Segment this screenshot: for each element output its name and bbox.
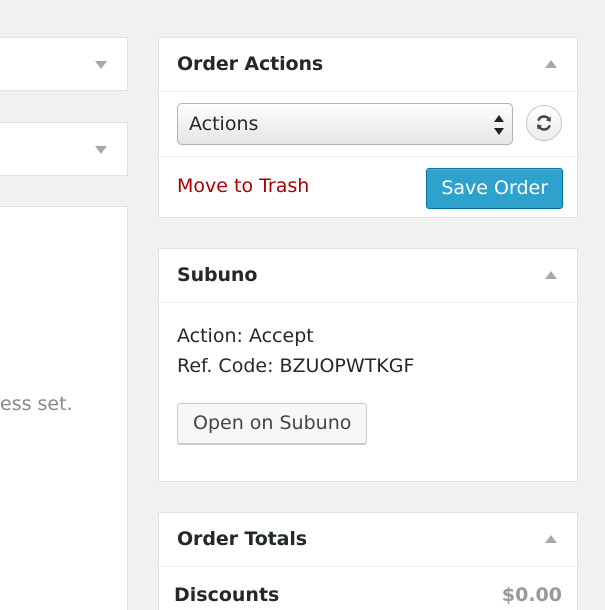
apply-action-button[interactable] bbox=[526, 105, 562, 141]
collapse-icon[interactable] bbox=[545, 271, 557, 279]
move-to-trash-link[interactable]: Move to Trash bbox=[177, 175, 309, 197]
address-note: ess set. bbox=[0, 393, 73, 415]
subuno-panel: Subuno Action: Accept Ref. Code: BZUOPWT… bbox=[158, 248, 578, 482]
actions-select-value: Actions bbox=[189, 113, 259, 135]
panel-toggle-icon[interactable] bbox=[95, 61, 107, 69]
subuno-ref-code-text: Ref. Code: BZUOPWTKGF bbox=[177, 355, 415, 377]
order-totals-title: Order Totals bbox=[177, 528, 308, 550]
discounts-value: $0.00 bbox=[501, 584, 562, 606]
open-on-subuno-button[interactable]: Open on Subuno bbox=[177, 403, 368, 444]
left-panel-1 bbox=[0, 37, 128, 91]
order-actions-footer: Move to Trash Save Order bbox=[159, 156, 577, 218]
order-totals-header[interactable]: Order Totals bbox=[159, 513, 577, 567]
subuno-action-text: Action: Accept bbox=[177, 325, 314, 347]
left-panel-2 bbox=[0, 122, 128, 176]
save-order-button[interactable]: Save Order bbox=[426, 168, 563, 209]
collapse-icon[interactable] bbox=[545, 535, 557, 543]
subuno-header[interactable]: Subuno bbox=[159, 249, 577, 303]
order-actions-panel: Order Actions Actions Move to Trash Save… bbox=[158, 37, 578, 218]
refresh-icon bbox=[537, 115, 551, 131]
order-actions-title: Order Actions bbox=[177, 53, 324, 75]
subuno-title: Subuno bbox=[177, 264, 258, 286]
discounts-row: Discounts $0.00 bbox=[174, 584, 562, 606]
collapse-icon[interactable] bbox=[545, 60, 557, 68]
order-totals-panel: Order Totals Discounts $0.00 bbox=[158, 512, 578, 610]
actions-select[interactable]: Actions bbox=[177, 103, 513, 145]
order-actions-header[interactable]: Order Actions bbox=[159, 38, 577, 92]
select-arrows-icon bbox=[494, 115, 504, 135]
discounts-label: Discounts bbox=[174, 584, 280, 606]
panel-toggle-icon[interactable] bbox=[95, 146, 107, 154]
